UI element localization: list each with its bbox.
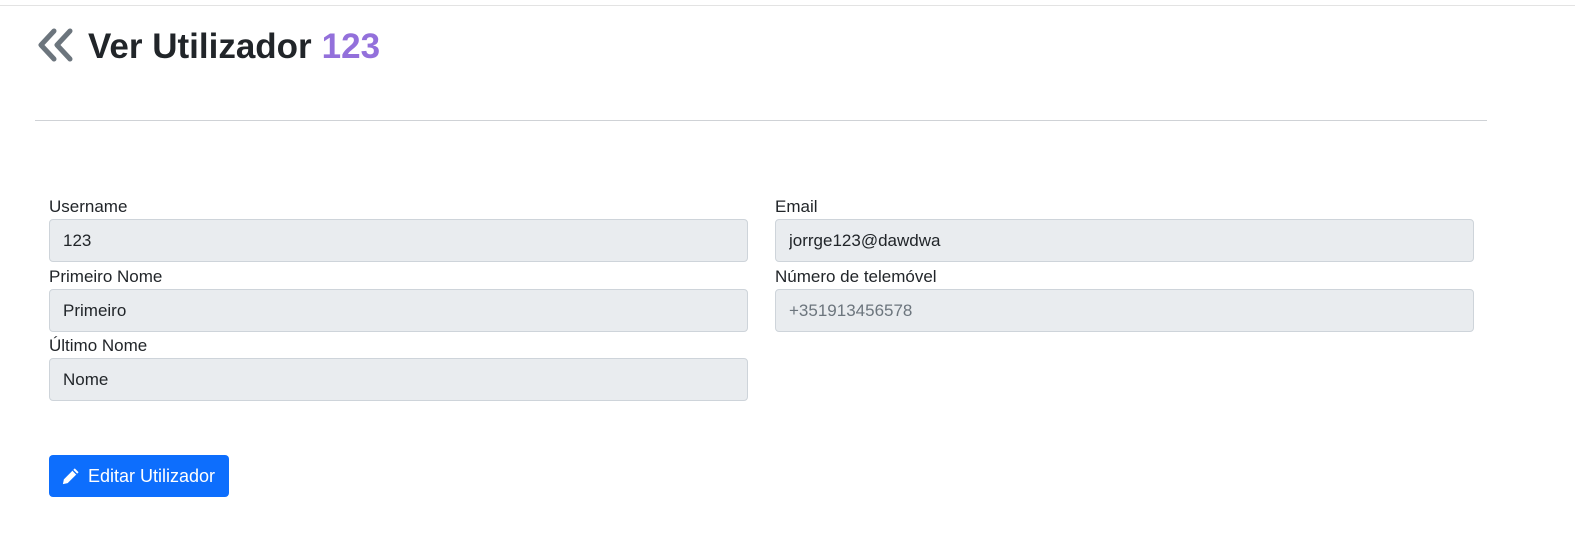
username-group: Username [49, 197, 748, 262]
first-name-label: Primeiro Nome [49, 267, 163, 286]
back-button[interactable] [36, 27, 76, 67]
email-group: Email [775, 197, 1474, 262]
edit-user-button[interactable]: Editar Utilizador [49, 455, 230, 497]
double-chevron-left-icon [38, 28, 73, 62]
edit-user-label: Editar Utilizador [88, 465, 216, 486]
pencil-icon [62, 467, 79, 484]
phone-field[interactable] [775, 289, 1474, 332]
page-title: Ver Utilizador 123 [88, 24, 380, 70]
user-id-highlight: 123 [321, 27, 381, 66]
page-header: Ver Utilizador 123 [36, 24, 380, 70]
last-name-label: Último Nome [49, 336, 148, 355]
last-name-group: Último Nome [49, 336, 748, 401]
phone-label: Número de telemóvel [775, 267, 937, 286]
email-label: Email [775, 197, 818, 216]
page-title-text: Ver Utilizador [88, 27, 312, 66]
email-field[interactable] [775, 219, 1474, 262]
first-name-field[interactable] [49, 289, 748, 332]
header-divider [35, 120, 1487, 121]
first-name-group: Primeiro Nome [49, 267, 748, 332]
last-name-field[interactable] [49, 358, 748, 401]
username-field[interactable] [49, 219, 748, 262]
top-border [0, 5, 1575, 6]
phone-group: Número de telemóvel [775, 267, 1474, 332]
username-label: Username [49, 197, 128, 216]
